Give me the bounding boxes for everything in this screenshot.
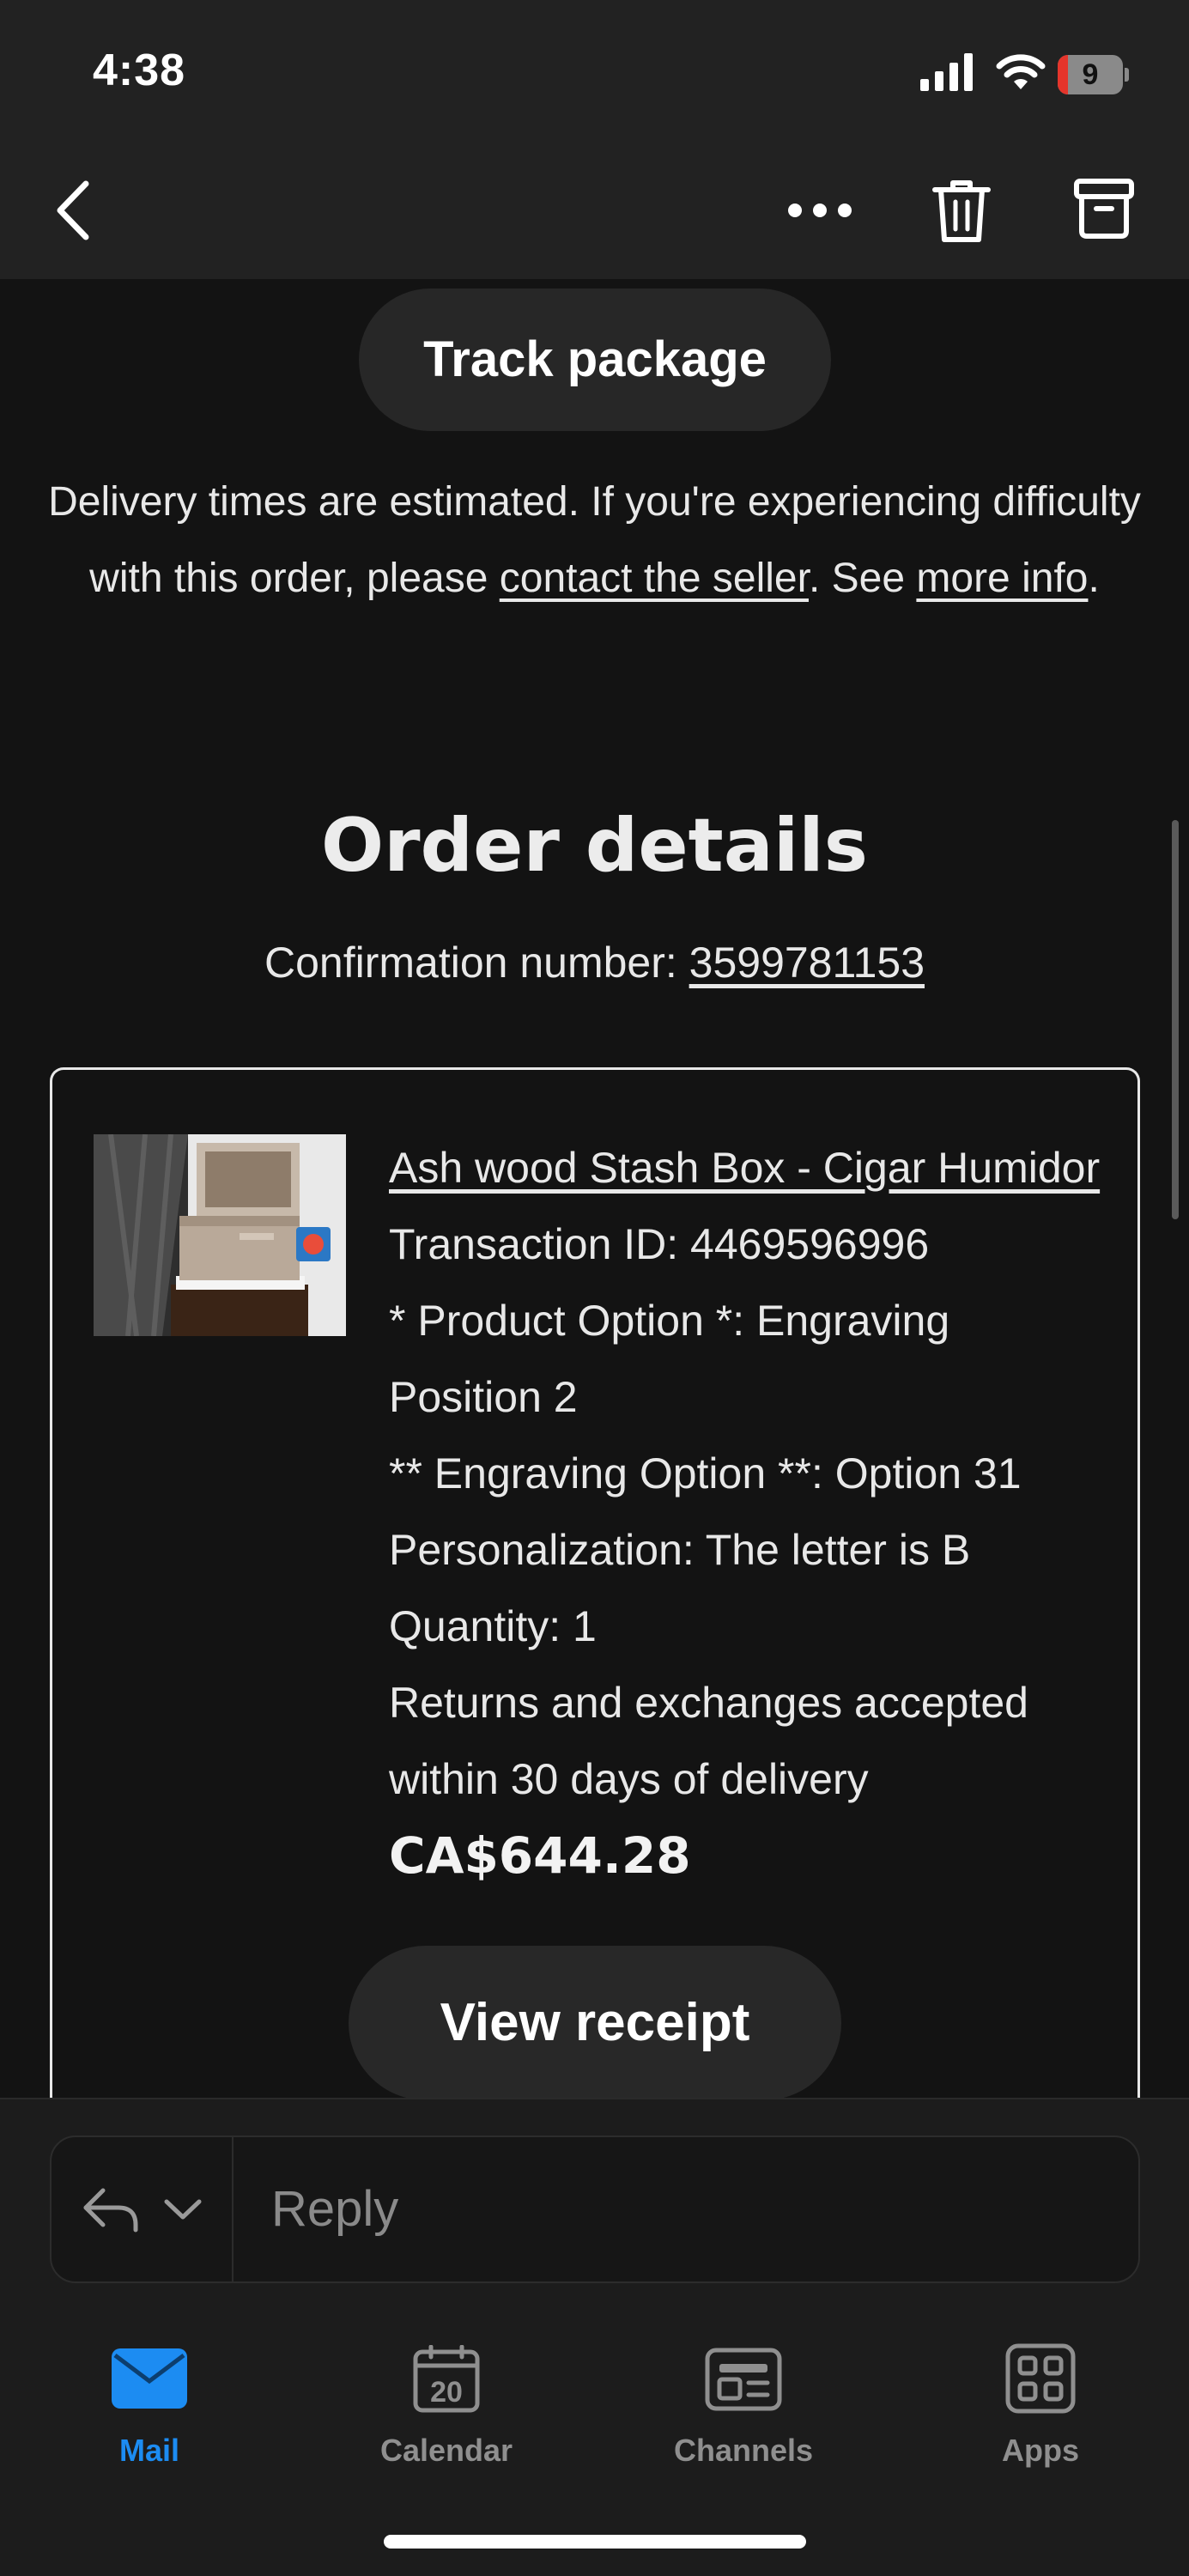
more-horizontal-icon[interactable]	[781, 189, 858, 232]
home-indicator[interactable]	[384, 2535, 806, 2549]
status-time: 4:38	[93, 46, 186, 95]
item-price: CA$644.28	[389, 1826, 691, 1885]
tab-channels[interactable]: Channels	[615, 2340, 872, 2486]
product-title-link[interactable]: Ash wood Stash Box - Cigar Humidor	[389, 1130, 1101, 1206]
tab-calendar[interactable]: 20 Calendar	[318, 2340, 575, 2486]
more-info-link[interactable]: more info	[916, 556, 1088, 601]
engraving-option: ** Engraving Option **: Option 31	[389, 1449, 1022, 1498]
chevron-down-icon[interactable]	[163, 2197, 203, 2221]
confirmation-number-link[interactable]: 3599781153	[689, 939, 925, 987]
reply-options[interactable]	[52, 2137, 234, 2281]
calendar-icon: 20	[413, 2345, 480, 2413]
battery-indicator: 9	[1058, 55, 1129, 94]
product-option: * Product Option *: Engraving Position 2	[389, 1297, 950, 1421]
reply-input[interactable]: Reply	[271, 2137, 398, 2281]
returns-policy: Returns and exchanges accepted within 30…	[389, 1679, 1028, 1803]
battery-level: 9	[1082, 58, 1099, 91]
track-package-button[interactable]: Track package	[359, 289, 831, 431]
tab-mail[interactable]: Mail	[21, 2340, 278, 2486]
channels-icon	[705, 2348, 782, 2411]
wifi-icon	[996, 54, 1046, 89]
top-bar: 4:38 9	[0, 0, 1189, 279]
mail-icon	[112, 2348, 187, 2409]
bottom-tab-bar: Mail 20 Calendar Channels Apps	[0, 2323, 1189, 2576]
scrollbar[interactable]	[1172, 820, 1179, 1219]
product-image[interactable]	[94, 1134, 346, 1336]
reply-bar: Reply	[0, 2098, 1189, 2323]
confirmation-number: Confirmation number: 3599781153	[264, 939, 925, 987]
quantity: Quantity: 1	[389, 1602, 597, 1650]
product-details: Ash wood Stash Box - Cigar Humidor Trans…	[389, 1130, 1101, 1894]
chevron-left-icon[interactable]	[48, 172, 100, 249]
tab-apps[interactable]: Apps	[912, 2340, 1169, 2486]
cellular-signal-icon	[920, 53, 973, 91]
apps-grid-icon	[1005, 2343, 1076, 2414]
archive-icon[interactable]	[1073, 176, 1135, 241]
order-item-card: Ash wood Stash Box - Cigar Humidor Trans…	[50, 1067, 1140, 2100]
trash-icon[interactable]	[931, 176, 992, 245]
contact-seller-link[interactable]: contact the seller	[500, 556, 809, 601]
reply-arrow-icon[interactable]	[81, 2185, 143, 2233]
transaction-id: Transaction ID: 4469596996	[389, 1220, 930, 1268]
view-receipt-button[interactable]: View receipt	[349, 1946, 841, 2100]
delivery-notice: Delivery times are estimated. If you're …	[48, 479, 1141, 601]
personalization: Personalization: The letter is B	[389, 1526, 971, 1574]
calendar-day: 20	[430, 2376, 463, 2409]
reply-box[interactable]: Reply	[50, 2136, 1140, 2283]
order-details-heading: Order details	[321, 803, 868, 889]
